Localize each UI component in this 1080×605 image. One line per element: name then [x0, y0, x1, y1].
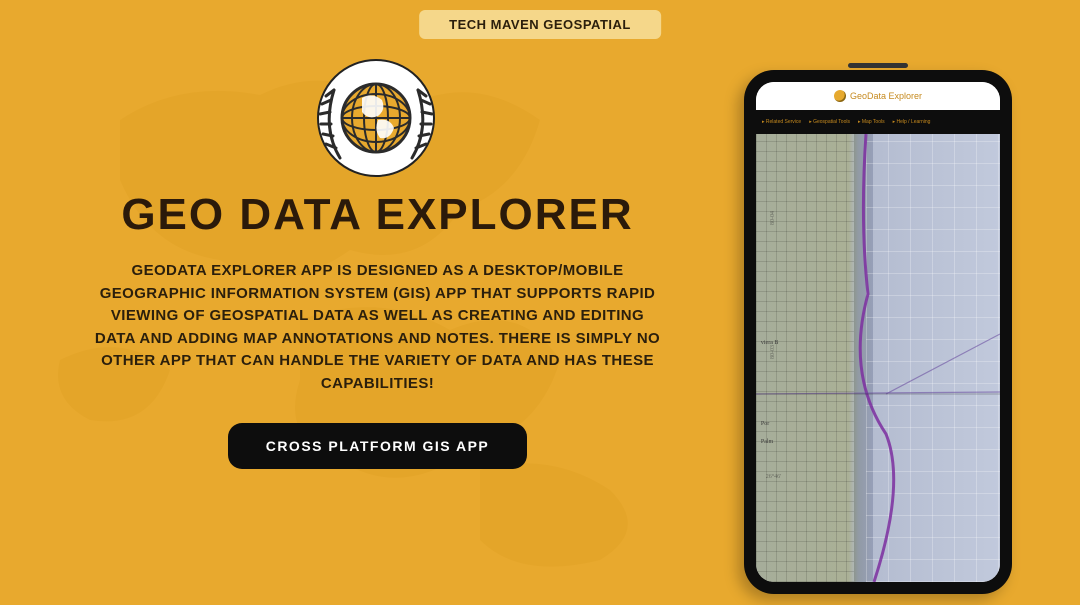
app-name-text: GeoData Explorer [850, 91, 922, 101]
map-label-ytop: 80-04 [770, 211, 776, 225]
cta-button[interactable]: CROSS PLATFORM GIS APP [228, 423, 528, 469]
app-logo-icon [834, 90, 846, 102]
brand-badge-text: TECH MAVEN GEOSPATIAL [449, 17, 631, 32]
cta-label: CROSS PLATFORM GIS APP [266, 438, 490, 454]
phone-screen: GeoData Explorer ▸ Related Service ▸ Geo… [756, 82, 1000, 582]
phone-speaker [848, 63, 908, 68]
menu-item-1[interactable]: ▸ Related Service [762, 119, 801, 125]
phone-app-header: GeoData Explorer [756, 82, 1000, 110]
map-label-ymid: 80-03 [770, 345, 776, 359]
phone-map-view[interactable]: viera B Por Palm 26°46' 80-04 80-03 [756, 134, 1000, 582]
menu-item-4[interactable]: ▸ Help / Learning [893, 119, 931, 125]
menu-item-3[interactable]: ▸ Map Tools [858, 119, 885, 125]
map-label-port: Por [761, 421, 769, 427]
globe-emblem-icon [316, 58, 436, 178]
main-content: GEO DATA EXPLORER GEODATA EXPLORER APP I… [70, 190, 685, 469]
phone-mockup: GeoData Explorer ▸ Related Service ▸ Geo… [744, 70, 1012, 594]
description-text: GEODATA EXPLORER APP IS DESIGNED AS A DE… [70, 260, 685, 395]
menu-item-2[interactable]: ▸ Geospatial Tools [809, 119, 850, 125]
page-title: GEO DATA EXPLORER [70, 190, 685, 240]
phone-menubar: ▸ Related Service ▸ Geospatial Tools ▸ M… [756, 110, 1000, 134]
map-label-palm: Palm [761, 439, 773, 445]
brand-badge: TECH MAVEN GEOSPATIAL [419, 10, 661, 39]
map-route-overlay [756, 134, 1000, 582]
map-label-lat: 26°46' [766, 474, 781, 480]
